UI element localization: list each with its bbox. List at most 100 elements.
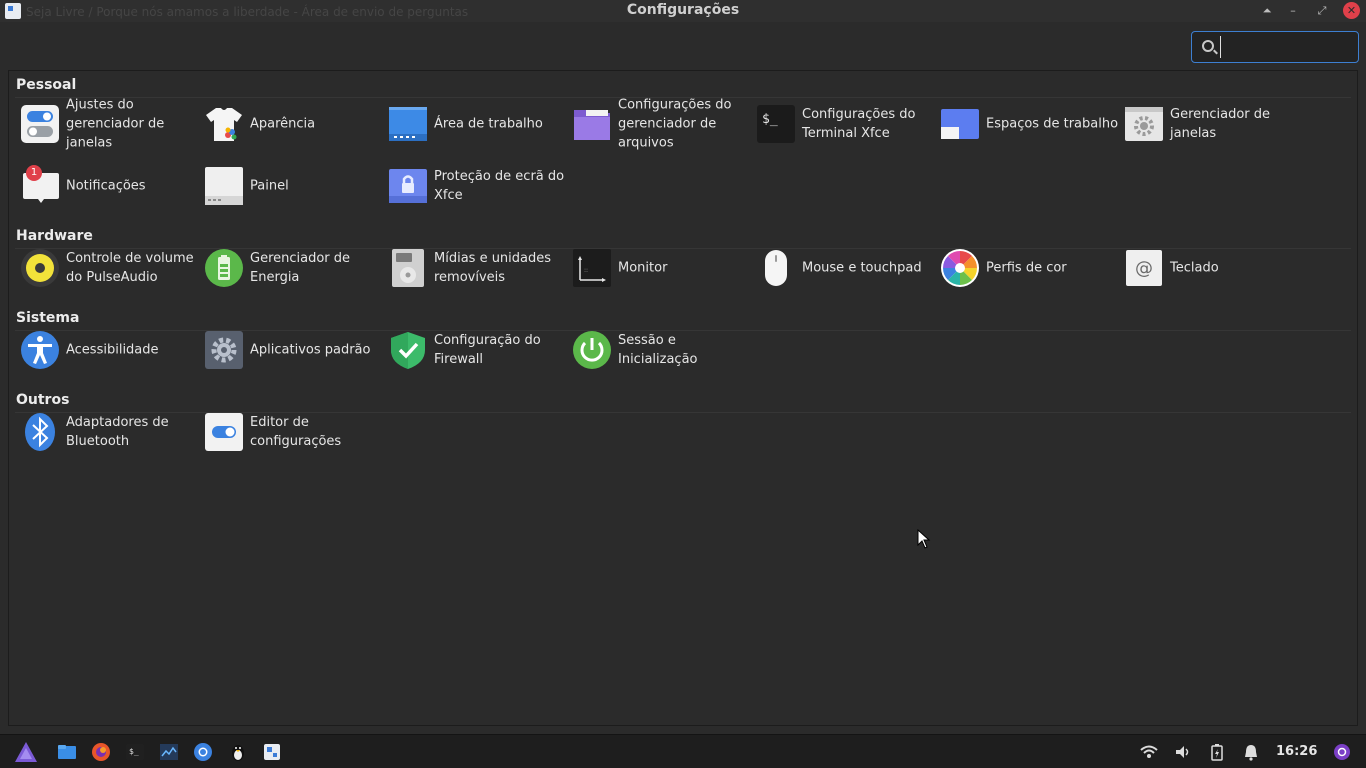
settings-item[interactable]: Mídias e unidades removíveis — [385, 243, 565, 293]
clock[interactable]: 16:26 — [1276, 744, 1317, 759]
settings-item-label: Editor de configurações — [250, 415, 342, 449]
gear-icon — [205, 331, 243, 369]
settings-item-label: Perfis de cor — [986, 260, 1067, 276]
tshirt-icon — [206, 108, 242, 141]
settings-item[interactable]: Painel — [201, 161, 381, 211]
settings-item-label: Monitor — [618, 260, 668, 276]
bell-icon[interactable] — [1241, 742, 1261, 762]
settings-item-label: Gerenciador de janelas — [1170, 107, 1271, 141]
settings-item[interactable]: Área de trabalho — [385, 99, 565, 149]
menu-icon[interactable] — [14, 741, 38, 763]
power-icon — [573, 331, 611, 369]
close-button[interactable]: ✕ — [1343, 2, 1360, 19]
settings-item[interactable]: Aplicativos padrão — [201, 325, 381, 375]
tux-icon[interactable] — [228, 742, 248, 762]
settings-item[interactable]: Configuração do Firewall — [385, 325, 565, 375]
settings-item[interactable]: Gerenciador de janelas — [1121, 99, 1301, 149]
settings-item[interactable]: Perfis de cor — [937, 243, 1117, 293]
monitor-icon: :: — [573, 249, 611, 287]
settings-item-label: Teclado — [1170, 260, 1219, 276]
settings-item-label: Proteção de ecrã do Xfce — [434, 169, 565, 203]
speaker-icon — [21, 249, 59, 287]
workspaces-icon — [941, 109, 979, 139]
notification-badge: 1 — [26, 165, 42, 181]
svg-text:::: :: — [584, 267, 588, 274]
terminal-icon[interactable]: $_ — [125, 742, 145, 762]
files-icon[interactable] — [57, 742, 77, 762]
accessibility-icon — [21, 331, 59, 369]
toolbar — [0, 22, 1366, 70]
screensaver-lock-icon — [389, 169, 427, 203]
settings-item[interactable]: Acessibilidade — [17, 325, 197, 375]
settings-item[interactable]: Ajustes do gerenciador de janelas — [17, 98, 197, 151]
taskbar: $_ 16:26 — [0, 734, 1366, 768]
settings-item-label: Sessão e Inicialização — [618, 333, 698, 367]
settings-item[interactable]: Aparência — [201, 99, 381, 149]
settings-item[interactable]: $_ Configurações do Terminal Xfce — [753, 99, 933, 149]
section-title-outros: Outros — [16, 392, 70, 408]
settings-app-icon[interactable] — [262, 742, 282, 762]
settings-item-label: Configurações do Terminal Xfce — [802, 107, 916, 141]
svg-text:@: @ — [1135, 258, 1153, 279]
battery-icon — [205, 249, 243, 287]
user-icon[interactable] — [1332, 742, 1352, 762]
settings-item[interactable]: Controle de volume do PulseAudio — [17, 243, 197, 293]
section-title-sistema: Sistema — [16, 310, 80, 326]
settings-item[interactable]: Editor de configurações — [201, 407, 381, 457]
settings-item[interactable]: 1 Notificações — [17, 161, 197, 211]
search-icon — [1202, 40, 1214, 52]
settings-item[interactable]: Configurações do gerenciador de arquivos — [569, 98, 749, 151]
browser-icon[interactable] — [193, 742, 213, 762]
settings-item[interactable]: Sessão e Inicialização — [569, 325, 749, 375]
settings-item[interactable]: @ Teclado — [1121, 243, 1301, 293]
monitor-app-icon[interactable] — [159, 742, 179, 762]
section-title-hardware: Hardware — [16, 228, 93, 244]
minimize-button[interactable]: – — [1283, 2, 1303, 20]
keyboard-at-icon: @ — [1126, 250, 1162, 286]
terminal-icon: $_ — [757, 105, 795, 143]
color-wheel-icon — [941, 249, 979, 287]
settings-item-label: Acessibilidade — [66, 342, 159, 358]
mouse-icon — [765, 250, 787, 286]
settings-item[interactable]: Espaços de trabalho — [937, 99, 1118, 149]
mouse-cursor-icon — [917, 529, 931, 549]
settings-item-label: Mídias e unidades removíveis — [434, 251, 552, 285]
settings-item[interactable]: Adaptadores de Bluetooth — [17, 407, 197, 457]
settings-item[interactable]: Mouse e touchpad — [753, 243, 933, 293]
settings-item-label: Adaptadores de Bluetooth — [66, 415, 169, 449]
battery-icon[interactable] — [1207, 742, 1227, 762]
settings-item-label: Aparência — [250, 116, 316, 132]
settings-item-label: Configuração do Firewall — [434, 333, 541, 367]
settings-panel: Pessoal Ajustes do gerenciador de janelas… — [8, 70, 1358, 726]
search-input[interactable] — [1220, 36, 1350, 58]
folder-icon — [574, 110, 610, 140]
settings-item[interactable]: Proteção de ecrã do Xfce — [385, 161, 565, 211]
shade-button[interactable]: ⏶ — [1257, 2, 1277, 20]
settings-item-label: Ajustes do gerenciador de janelas — [66, 97, 165, 151]
bluetooth-icon — [25, 413, 55, 451]
settings-item[interactable]: :: Monitor — [569, 243, 749, 293]
volume-icon[interactable] — [1173, 742, 1193, 762]
firefox-icon[interactable] — [91, 742, 111, 762]
search-box[interactable] — [1191, 31, 1359, 63]
settings-item-label: Configurações do gerenciador de arquivos — [618, 97, 732, 151]
settings-editor-icon — [205, 413, 243, 451]
wifi-icon[interactable] — [1139, 742, 1159, 762]
shield-check-icon — [391, 332, 425, 369]
section-title-pessoal: Pessoal — [16, 77, 77, 93]
desktop-icon — [389, 107, 427, 141]
settings-item-label: Gerenciador de Energia — [250, 251, 351, 285]
settings-item-label: Aplicativos padrão — [250, 342, 371, 358]
svg-text:$_: $_ — [129, 747, 139, 756]
window-gear-icon — [1125, 107, 1163, 141]
settings-item-label: Área de trabalho — [434, 116, 543, 132]
settings-item-label: Controle de volume do PulseAudio — [66, 251, 194, 285]
settings-item[interactable]: Gerenciador de Energia — [201, 243, 381, 293]
toggle-switches-icon — [21, 105, 59, 143]
settings-item-label: Notificações — [66, 178, 146, 194]
maximize-button[interactable]: ⤢ — [1312, 2, 1332, 20]
settings-item-label: Espaços de trabalho — [986, 116, 1119, 132]
drive-icon — [392, 249, 424, 287]
title-bar: Seja Livre / Porque nós amamos a liberda… — [0, 0, 1366, 22]
panel-icon — [205, 167, 243, 205]
